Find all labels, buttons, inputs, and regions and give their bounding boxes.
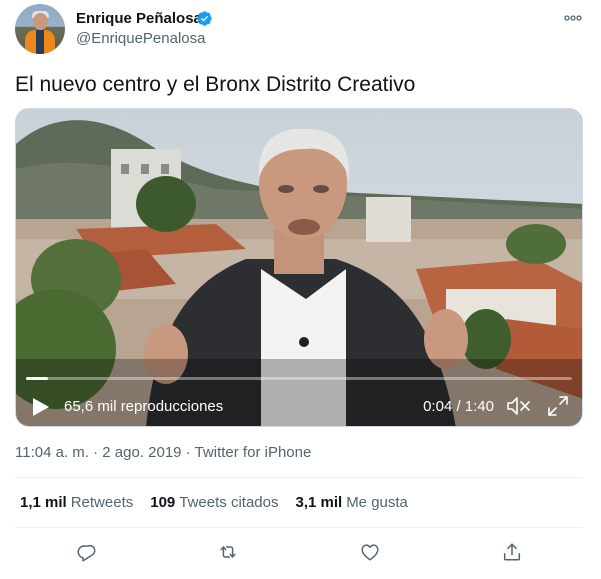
retweet-icon[interactable] (217, 541, 239, 563)
avatar[interactable] (15, 4, 65, 54)
volume-muted-icon[interactable] (506, 395, 532, 417)
verified-badge-icon (197, 11, 212, 26)
retweets-stat[interactable]: 1,1 mil Retweets (20, 494, 133, 512)
meta-separator: · (88, 444, 103, 461)
retweets-count: 1,1 mil (20, 494, 67, 511)
fullscreen-icon[interactable] (547, 395, 569, 417)
like-icon[interactable] (359, 541, 381, 563)
play-icon[interactable] (32, 397, 50, 417)
video-progress-fill (26, 377, 48, 380)
divider (15, 477, 583, 478)
avatar-shirt (36, 30, 44, 54)
divider (15, 527, 583, 528)
author-handle[interactable]: @EnriquePenalosa (76, 30, 205, 48)
tweet-meta: 11:04 a. m. · 2 ago. 2019 · Twitter for … (15, 444, 311, 462)
video-progress-track[interactable] (26, 377, 572, 380)
author-name[interactable]: Enrique Peñalosa (76, 9, 202, 28)
tweet-stats: 1,1 mil Retweets 109 Tweets citados 3,1 mil M… (20, 494, 425, 512)
video-timecode: 0:04 / 1:40 (423, 398, 494, 415)
reply-icon[interactable] (75, 541, 97, 563)
tweet-time[interactable]: 11:04 a. m. (15, 444, 89, 461)
quotes-count: 109 (150, 494, 176, 511)
likes-count: 3,1 mil (295, 494, 343, 511)
share-icon[interactable] (501, 541, 523, 563)
avatar-face (33, 13, 48, 30)
likes-label: Me gusta (346, 494, 408, 511)
quotes-label: Tweets citados (179, 494, 279, 511)
tweet-text: El nuevo centro y el Bronx Distrito Crea… (15, 73, 416, 96)
tweet-source[interactable]: Twitter for iPhone (195, 444, 312, 461)
quotes-stat[interactable]: 109 Tweets citados (150, 494, 278, 512)
video-views: 65,6 mil reproducciones (64, 398, 224, 415)
retweets-label: Retweets (70, 494, 134, 511)
likes-stat[interactable]: 3,1 mil Me gusta (295, 494, 407, 512)
more-icon[interactable] (562, 8, 584, 28)
meta-separator: · (181, 444, 195, 461)
tweet-date[interactable]: 2 ago. 2019 (102, 444, 181, 461)
video-player[interactable]: 65,6 mil reproducciones 0:04 / 1:40 (15, 108, 583, 427)
